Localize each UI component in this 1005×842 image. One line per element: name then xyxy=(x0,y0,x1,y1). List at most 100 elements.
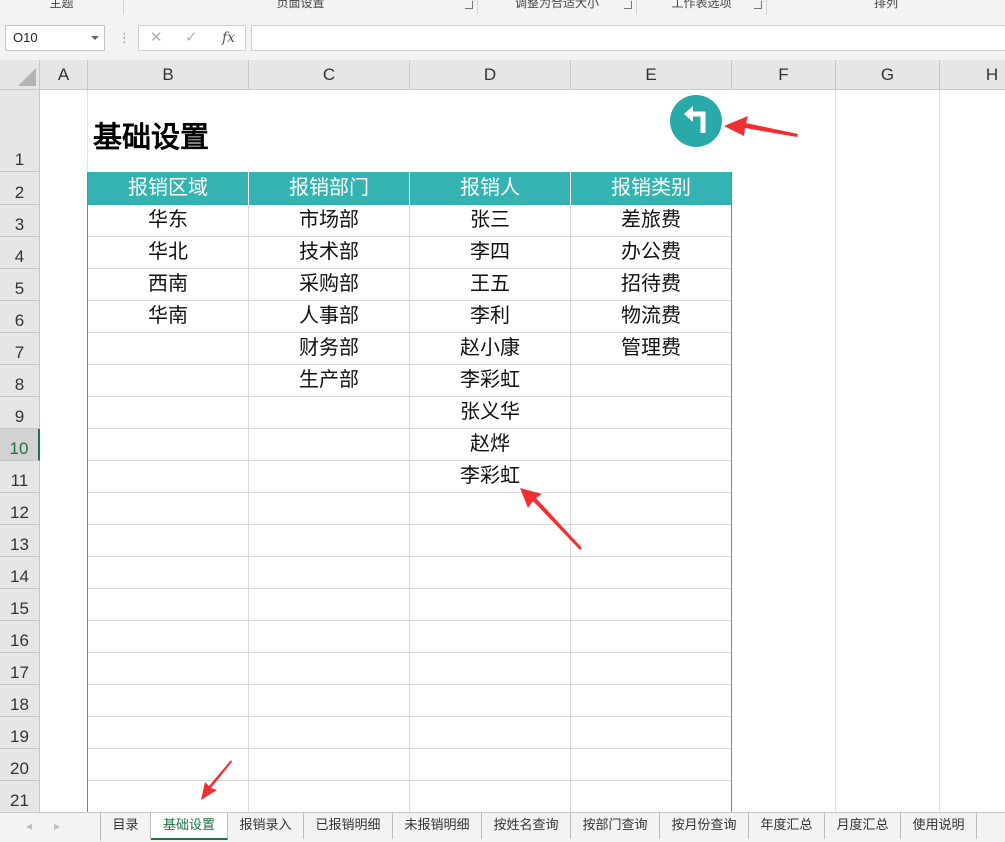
table-cell[interactable]: 华东 xyxy=(88,205,249,236)
row-header-18[interactable]: 18 xyxy=(0,685,40,717)
table-cell[interactable] xyxy=(249,557,410,588)
row-header-16[interactable]: 16 xyxy=(0,621,40,653)
table-cell[interactable] xyxy=(88,621,249,652)
table-cell[interactable] xyxy=(249,461,410,492)
header-department[interactable]: 报销部门 xyxy=(249,172,410,205)
row-header-8[interactable]: 8 xyxy=(0,365,40,397)
page-setup-launcher-icon[interactable] xyxy=(465,1,473,9)
table-cell[interactable]: 市场部 xyxy=(249,205,410,236)
sheet-tab-7[interactable]: 按部门查询 xyxy=(571,813,660,839)
table-cell[interactable]: 赵小康 xyxy=(410,333,571,364)
table-cell[interactable] xyxy=(571,429,731,460)
row-header-19[interactable]: 19 xyxy=(0,717,40,749)
row-header-20[interactable]: 20 xyxy=(0,749,40,781)
table-cell[interactable]: 李彩虹 xyxy=(410,461,571,492)
table-cell[interactable] xyxy=(249,717,410,748)
table-cell[interactable] xyxy=(249,525,410,556)
sheet-tab-3[interactable]: 报销录入 xyxy=(228,813,304,839)
table-cell[interactable] xyxy=(249,749,410,780)
row-header-6[interactable]: 6 xyxy=(0,301,40,333)
table-cell[interactable] xyxy=(571,589,731,620)
table-cell[interactable]: 王五 xyxy=(410,269,571,300)
row-header-12[interactable]: 12 xyxy=(0,493,40,525)
table-cell[interactable] xyxy=(88,429,249,460)
row-header-2[interactable]: 2 xyxy=(0,172,40,205)
back-button[interactable] xyxy=(670,95,722,147)
table-cell[interactable]: 技术部 xyxy=(249,237,410,268)
sheet-tab-4[interactable]: 已报销明细 xyxy=(304,813,393,839)
column-header-f[interactable]: F xyxy=(732,60,836,90)
row-header-15[interactable]: 15 xyxy=(0,589,40,621)
column-header-b[interactable]: B xyxy=(88,60,249,90)
cancel-icon[interactable]: ✕ xyxy=(150,26,163,50)
tab-scroll-right-icon[interactable]: ▸ xyxy=(54,819,60,833)
row-header-1[interactable]: 1 xyxy=(0,90,40,172)
table-cell[interactable] xyxy=(571,525,731,556)
table-cell[interactable] xyxy=(249,429,410,460)
row-header-3[interactable]: 3 xyxy=(0,205,40,237)
table-cell[interactable] xyxy=(571,621,731,652)
table-cell[interactable] xyxy=(249,397,410,428)
table-cell[interactable]: 物流费 xyxy=(571,301,731,332)
insert-function-icon[interactable]: fx xyxy=(222,26,235,50)
formula-input[interactable] xyxy=(251,25,1005,51)
table-cell[interactable] xyxy=(88,493,249,524)
table-cell[interactable] xyxy=(410,749,571,780)
table-cell[interactable] xyxy=(88,461,249,492)
row-header-13[interactable]: 13 xyxy=(0,525,40,557)
table-cell[interactable] xyxy=(410,589,571,620)
table-cell[interactable] xyxy=(249,685,410,716)
row-header-4[interactable]: 4 xyxy=(0,237,40,269)
table-cell[interactable] xyxy=(88,397,249,428)
table-cell[interactable]: 采购部 xyxy=(249,269,410,300)
table-cell[interactable] xyxy=(249,653,410,684)
column-header-h[interactable]: H xyxy=(940,60,1005,90)
table-cell[interactable] xyxy=(249,621,410,652)
header-category[interactable]: 报销类别 xyxy=(571,172,731,205)
row-header-7[interactable]: 7 xyxy=(0,333,40,365)
tab-scroll-left-icon[interactable]: ◂ xyxy=(26,819,32,833)
table-cell[interactable] xyxy=(410,493,571,524)
table-cell[interactable] xyxy=(410,653,571,684)
header-region[interactable]: 报销区域 xyxy=(88,172,249,205)
table-cell[interactable] xyxy=(410,557,571,588)
chevron-down-icon[interactable] xyxy=(91,36,99,40)
table-cell[interactable] xyxy=(410,621,571,652)
table-cell[interactable] xyxy=(571,365,731,396)
column-header-g[interactable]: G xyxy=(836,60,940,90)
sheet-tab-6[interactable]: 按姓名查询 xyxy=(482,813,571,839)
table-cell[interactable] xyxy=(571,749,731,780)
table-cell[interactable] xyxy=(249,493,410,524)
table-cell[interactable] xyxy=(88,749,249,780)
sheet-tab-11[interactable]: 使用说明 xyxy=(901,813,977,839)
row-header-17[interactable]: 17 xyxy=(0,653,40,685)
table-cell[interactable] xyxy=(410,717,571,748)
table-cell[interactable] xyxy=(249,589,410,620)
sheet-tab-8[interactable]: 按月份查询 xyxy=(660,813,749,839)
table-cell[interactable] xyxy=(410,685,571,716)
sheet-tab-2[interactable]: 基础设置 xyxy=(151,813,228,840)
table-cell[interactable] xyxy=(88,333,249,364)
row-header-14[interactable]: 14 xyxy=(0,557,40,589)
table-cell[interactable]: 华南 xyxy=(88,301,249,332)
enter-icon[interactable]: ✓ xyxy=(185,26,198,50)
table-cell[interactable] xyxy=(410,781,571,812)
table-cell[interactable]: 财务部 xyxy=(249,333,410,364)
worksheet-grid[interactable]: ABCDEFGH 1 2 3 4 5 6 7 8 9 10 11 12 13 14 15 16 17 18 19 20… xyxy=(0,60,1005,812)
column-header-a[interactable]: A xyxy=(40,60,88,90)
table-cell[interactable] xyxy=(88,589,249,620)
row-header-11[interactable]: 11 xyxy=(0,461,40,493)
row-header-10[interactable]: 10 xyxy=(0,429,40,461)
header-person[interactable]: 报销人 xyxy=(410,172,571,205)
table-cell[interactable] xyxy=(571,397,731,428)
table-cell[interactable]: 李四 xyxy=(410,237,571,268)
table-cell[interactable]: 管理费 xyxy=(571,333,731,364)
table-cell[interactable]: 华北 xyxy=(88,237,249,268)
table-cell[interactable] xyxy=(88,525,249,556)
table-cell[interactable] xyxy=(410,525,571,556)
table-cell[interactable] xyxy=(88,717,249,748)
table-cell[interactable] xyxy=(88,557,249,588)
table-cell[interactable]: 李彩虹 xyxy=(410,365,571,396)
table-cell[interactable] xyxy=(571,557,731,588)
table-cell[interactable] xyxy=(571,653,731,684)
